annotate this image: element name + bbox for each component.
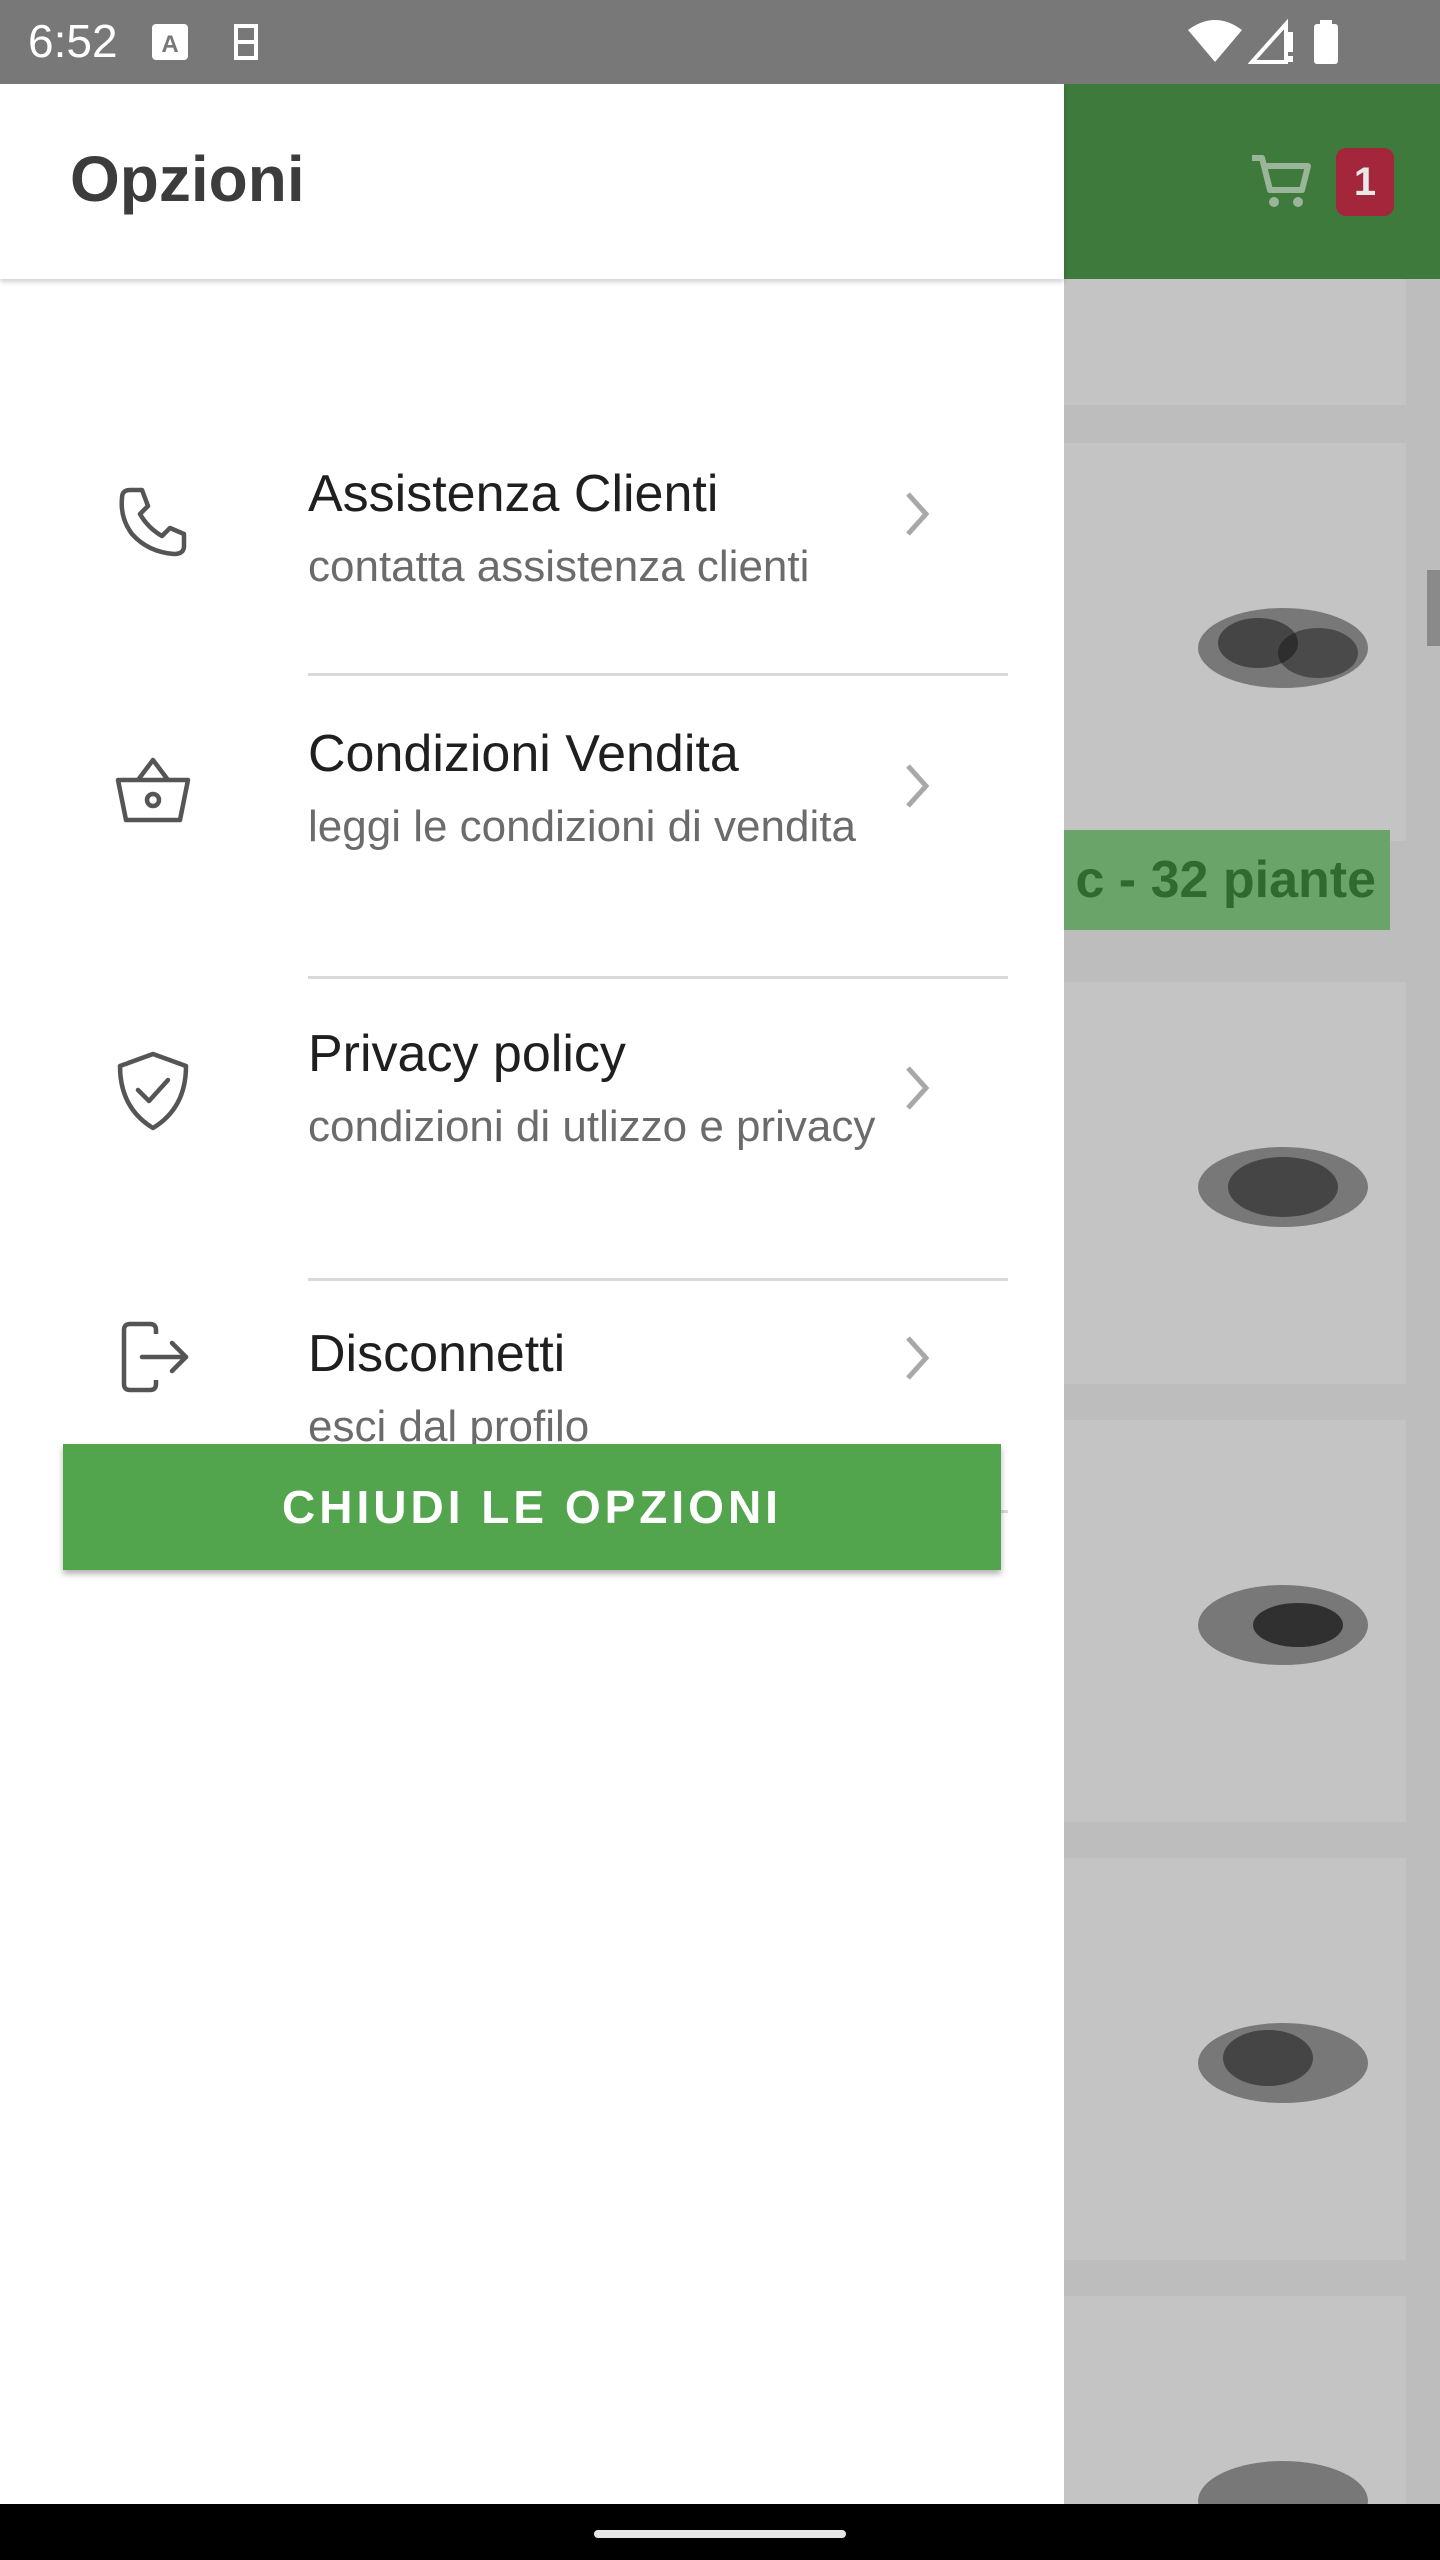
signal-icon: [1248, 18, 1293, 64]
menu-item-subtitle: contatta assistenza clienti: [308, 542, 810, 591]
menu-item-subtitle: condizioni di utlizzo e privacy: [308, 1102, 876, 1151]
sim-icon: [234, 24, 258, 60]
product-card: [1064, 1420, 1406, 1822]
product-image: [1198, 608, 1368, 688]
status-bar: 6:52 A: [0, 0, 1440, 84]
product-card: [1064, 1858, 1406, 2260]
home-gesture-handle[interactable]: [594, 2530, 846, 2538]
product-image: [1198, 1585, 1368, 1665]
wifi-icon: [1188, 20, 1242, 62]
phone-icon: [119, 487, 187, 557]
scrollbar-thumb[interactable]: [1427, 570, 1440, 646]
product-image: [1198, 1147, 1368, 1227]
status-time: 6:52: [28, 15, 118, 67]
drawer-header: Opzioni: [0, 84, 1064, 279]
close-options-button[interactable]: CHIUDI LE OPZIONI: [63, 1444, 1001, 1570]
chevron-right-icon: [906, 492, 930, 536]
shield-check-icon: [117, 1051, 189, 1131]
menu-item-title: Privacy policy: [308, 1025, 626, 1083]
menu-item-privacy-policy[interactable]: Privacy policy condizioni di utlizzo e p…: [0, 978, 1064, 1281]
product-image: [1198, 2023, 1368, 2103]
chevron-right-icon: [906, 1066, 930, 1110]
menu-item-condizioni-vendita[interactable]: Condizioni Vendita leggi le condizioni d…: [0, 676, 1064, 979]
menu-item-subtitle: leggi le condizioni di vendita: [308, 802, 856, 851]
cart-badge: 1: [1336, 148, 1394, 216]
logout-icon: [121, 1321, 189, 1393]
product-card: [1064, 2296, 1406, 2541]
menu-item-title: Assistenza Clienti: [308, 465, 719, 523]
basket-icon: [115, 757, 191, 823]
battery-icon: [1314, 20, 1338, 64]
product-card: [1064, 443, 1406, 841]
product-card: [1064, 982, 1406, 1384]
options-drawer: Opzioni Assistenza Clienti contatta assi…: [0, 84, 1064, 2504]
drawer-title: Opzioni: [70, 143, 305, 215]
menu-item-assistenza-clienti[interactable]: Assistenza Clienti contatta assistenza c…: [0, 364, 1064, 676]
promo-label: c - 32 piante: [1064, 830, 1390, 930]
svg-text:A: A: [161, 31, 178, 58]
chevron-right-icon: [906, 1336, 930, 1380]
keyboard-a-icon: A: [152, 24, 188, 60]
cart-icon[interactable]: [1248, 150, 1312, 210]
chevron-right-icon: [906, 764, 930, 808]
menu-item-title: Condizioni Vendita: [308, 725, 739, 783]
menu-item-title: Disconnetti: [308, 1325, 566, 1383]
product-card: [1064, 279, 1406, 405]
